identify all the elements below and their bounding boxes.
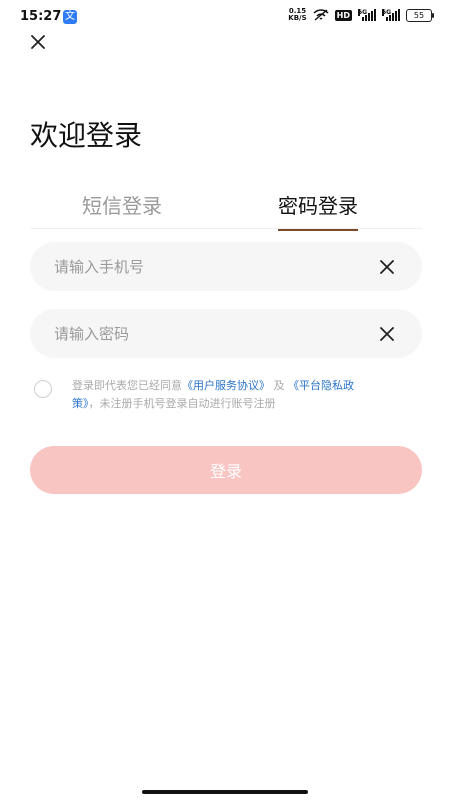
clear-password-button[interactable] — [376, 323, 398, 345]
battery-icon: 55 — [406, 8, 434, 22]
phone-input[interactable] — [30, 256, 376, 277]
signal-icon-1: 5G — [358, 9, 376, 21]
wifi-off-icon — [313, 9, 329, 21]
clear-phone-button[interactable] — [376, 256, 398, 278]
close-icon — [31, 35, 45, 49]
agreement-text: 登录即代表您已经同意《用户服务协议》 及 《平台隐私政策》，未注册手机号登录自动… — [72, 379, 354, 410]
status-bar: 15:27 文 0.15 KB/S HD 5G 5G 55 — [0, 0, 450, 34]
password-field — [30, 309, 422, 358]
status-indicators: 0.15 KB/S HD 5G 5G 55 — [288, 7, 434, 22]
login-button[interactable]: 登录 — [30, 446, 422, 494]
app-notification-badge: 文 — [63, 10, 77, 24]
user-agreement-link[interactable]: 《用户服务协议》 — [182, 379, 270, 392]
page-title: 欢迎登录 — [30, 119, 143, 152]
clear-icon — [380, 326, 394, 341]
network-speed: 0.15 KB/S — [288, 7, 307, 22]
clear-icon — [380, 259, 394, 274]
password-input[interactable] — [30, 323, 376, 344]
close-button[interactable] — [26, 30, 50, 54]
phone-field — [30, 242, 422, 291]
tab-password-login[interactable]: 密码登录 — [278, 190, 358, 231]
agreement-checkbox[interactable] — [34, 380, 52, 398]
signal-icon-2: 5G — [382, 9, 400, 21]
hd-icon: HD — [334, 9, 352, 21]
home-indicator — [142, 790, 308, 794]
status-time: 15:27 — [20, 9, 62, 24]
login-tabs: 短信登录 密码登录 — [30, 186, 422, 231]
tab-sms-login[interactable]: 短信登录 — [82, 190, 162, 219]
